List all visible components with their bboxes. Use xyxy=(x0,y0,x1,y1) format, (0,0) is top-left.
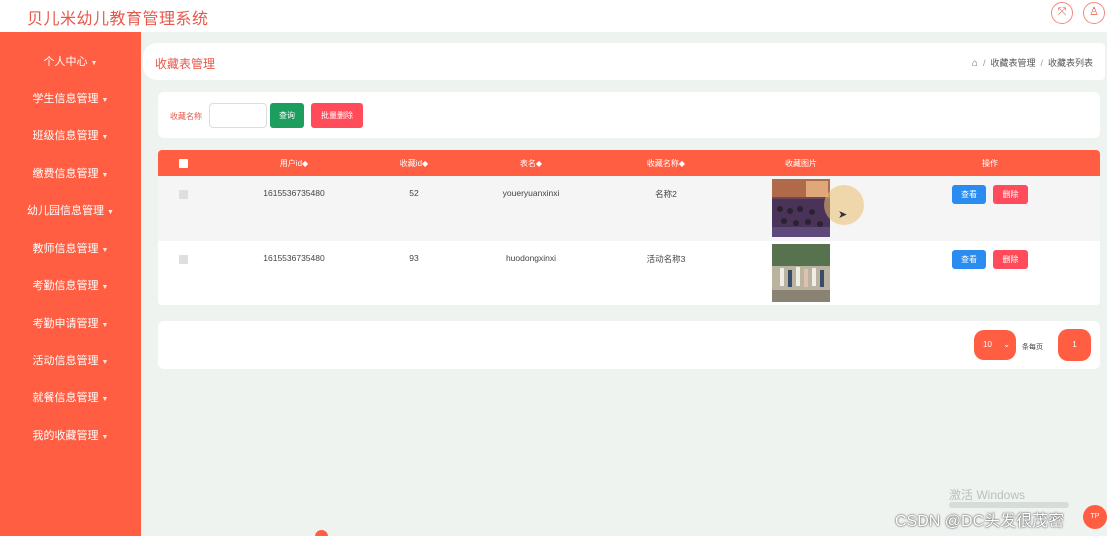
page-header: 收藏表管理 ⌂ / 收藏表管理 / 收藏表列表 xyxy=(143,43,1105,80)
cell-fav-id: 93 xyxy=(409,253,419,263)
chevron-down-icon: ▼ xyxy=(101,322,109,329)
view-button[interactable]: 查看 xyxy=(952,250,986,269)
sidebar-item-label: 考勤信息管理 xyxy=(32,280,99,292)
table-row: 1615536735480 52 youeryuanxinxi 名称2 ➤ 查看… xyxy=(158,176,1100,241)
sidebar-item-teachers[interactable]: 教师信息管理 ▼ xyxy=(0,234,141,264)
user-icon[interactable]: ♙ xyxy=(1083,2,1105,24)
cell-user-id: 1615536735480 xyxy=(263,188,325,198)
breadcrumb-item-current: 收藏表列表 xyxy=(1047,58,1093,68)
column-header-fav-id[interactable]: 收藏id◆ xyxy=(384,158,444,169)
delete-button[interactable]: 删除 xyxy=(993,185,1028,204)
chevron-down-icon: ▼ xyxy=(101,172,109,179)
table-header: 用户id◆ 收藏id◆ 表名◆ 收藏名称◆ 收藏图片 操作 xyxy=(158,150,1100,176)
sidebar-item-label: 教师信息管理 xyxy=(32,243,99,255)
batch-delete-button[interactable]: 批量删除 xyxy=(311,103,363,128)
cell-table-name: huodongxinxi xyxy=(505,253,557,263)
column-header-table-name[interactable]: 表名◆ xyxy=(501,158,561,169)
sidebar-item-label: 缴费信息管理 xyxy=(32,168,99,180)
sidebar-item-personal-center[interactable]: 个人中心 ▼ xyxy=(0,47,141,77)
sidebar-item-meals[interactable]: 就餐信息管理 ▼ xyxy=(0,383,141,413)
fullscreen-icon[interactable]: ⤧ xyxy=(1051,2,1073,24)
floating-action-button[interactable]: TP xyxy=(1083,505,1107,529)
cell-fav-name: 名称2 xyxy=(655,189,677,199)
windows-activation-notice: 激活 Windows xyxy=(949,488,1026,502)
favorite-image[interactable] xyxy=(772,244,830,302)
delete-button[interactable]: 删除 xyxy=(993,250,1028,269)
sidebar-item-activities[interactable]: 活动信息管理 ▼ xyxy=(0,346,141,376)
chevron-down-icon: ▼ xyxy=(107,209,114,216)
app-title: 贝儿米幼儿教育管理系统 xyxy=(27,11,209,28)
chevron-down-icon: ⌄ xyxy=(1003,340,1010,349)
query-button[interactable]: 查询 xyxy=(270,103,304,128)
view-button[interactable]: 查看 xyxy=(952,185,986,204)
sidebar-item-attendance-requests[interactable]: 考勤申请管理 ▼ xyxy=(0,309,141,339)
page-size-value: 10 xyxy=(983,340,992,349)
chevron-down-icon: ▼ xyxy=(101,434,109,441)
sidebar: 个人中心 ▼ 学生信息管理 ▼ 班级信息管理 ▼ 缴费信息管理 ▼ 幼儿园信息管理 ▼ 教… xyxy=(0,32,141,536)
sidebar-item-label: 考勤申请管理 xyxy=(32,318,99,330)
page-number-button[interactable]: 1 xyxy=(1058,329,1091,361)
table-row: 1615536735480 93 huodongxinxi 活动名称3 查看 删… xyxy=(158,241,1100,305)
sidebar-item-label: 班级信息管理 xyxy=(32,130,99,142)
sidebar-item-label: 幼儿园信息管理 xyxy=(27,205,105,217)
sidebar-item-my-favorites[interactable]: 我的收藏管理 ▼ xyxy=(0,421,141,451)
row-checkbox[interactable] xyxy=(179,190,188,199)
chevron-down-icon: ▼ xyxy=(101,284,109,291)
sidebar-item-attendance[interactable]: 考勤信息管理 ▼ xyxy=(0,271,141,301)
page-size-select[interactable]: 10 ⌄ xyxy=(974,330,1016,360)
row-checkbox[interactable] xyxy=(179,255,188,264)
sidebar-item-label: 活动信息管理 xyxy=(32,355,99,367)
column-header-fav-image: 收藏图片 xyxy=(785,159,817,168)
column-header-fav-name[interactable]: 收藏名称◆ xyxy=(636,158,696,169)
per-page-label: 条每页 xyxy=(1022,344,1043,351)
search-label: 收藏名称 xyxy=(170,112,202,121)
chevron-down-icon: ▼ xyxy=(90,60,98,67)
top-bar: 贝儿米幼儿教育管理系统 ⤧ ♙ xyxy=(0,0,1107,32)
cell-table-name: youeryuanxinxi xyxy=(502,188,560,198)
favorite-image[interactable] xyxy=(772,179,830,237)
chevron-down-icon: ▼ xyxy=(101,396,109,403)
csdn-watermark: CSDN @DC头发很茂密 xyxy=(895,513,1065,530)
scroll-indicator-dot xyxy=(315,530,328,536)
sidebar-item-kindergarten[interactable]: 幼儿园信息管理 ▼ xyxy=(0,196,141,226)
cell-fav-id: 52 xyxy=(409,188,419,198)
sidebar-item-classes[interactable]: 班级信息管理 ▼ xyxy=(0,121,141,151)
sidebar-item-fees[interactable]: 缴费信息管理 ▼ xyxy=(0,159,141,189)
chevron-down-icon: ▼ xyxy=(101,359,109,366)
chevron-down-icon: ▼ xyxy=(101,247,109,254)
sidebar-item-label: 我的收藏管理 xyxy=(32,430,99,442)
chevron-down-icon: ▼ xyxy=(101,97,109,104)
sidebar-item-students[interactable]: 学生信息管理 ▼ xyxy=(0,84,141,114)
sidebar-item-label: 学生信息管理 xyxy=(32,93,99,105)
select-all-checkbox[interactable] xyxy=(179,159,188,168)
home-icon[interactable]: ⌂ xyxy=(972,58,978,69)
pagination: 10 ⌄ 条每页 1 xyxy=(158,321,1100,369)
mouse-cursor-icon: ➤ xyxy=(838,209,848,221)
cell-user-id: 1615536735480 xyxy=(263,253,325,263)
cell-fav-name: 活动名称3 xyxy=(646,254,686,264)
sidebar-item-label: 个人中心 xyxy=(43,56,88,68)
search-panel: 收藏名称 查询 批量删除 xyxy=(158,92,1100,138)
favorites-table: 用户id◆ 收藏id◆ 表名◆ 收藏名称◆ 收藏图片 操作 1615536735… xyxy=(158,150,1100,305)
breadcrumb: ⌂ / 收藏表管理 / 收藏表列表 xyxy=(971,58,1093,69)
chevron-down-icon: ▼ xyxy=(101,134,109,141)
page-title: 收藏表管理 xyxy=(155,57,216,71)
column-header-user-id[interactable]: 用户id◆ xyxy=(264,158,324,169)
breadcrumb-item[interactable]: 收藏表管理 xyxy=(990,58,1035,68)
column-header-actions: 操作 xyxy=(982,159,998,168)
sidebar-item-label: 就餐信息管理 xyxy=(32,392,99,404)
search-input[interactable] xyxy=(209,103,267,128)
